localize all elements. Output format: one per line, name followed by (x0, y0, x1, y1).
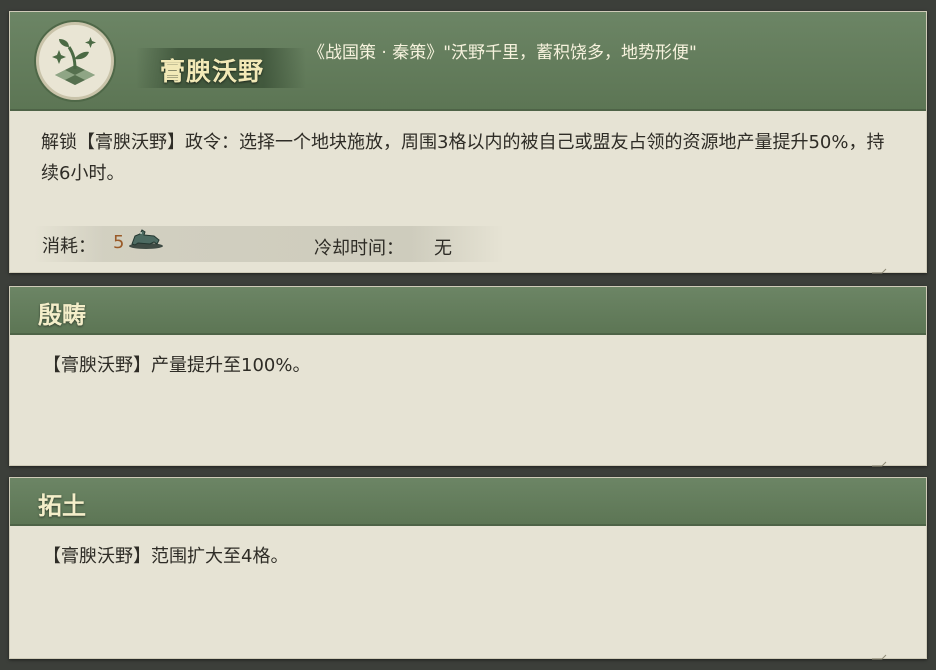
cost-label: 消耗： (42, 236, 96, 257)
upgrade-title: 殷畴 (38, 300, 86, 329)
skill-description: 解锁【膏腴沃野】政令：选择一个地块施放，周围3格以内的被自己或盟友占领的资源地产… (41, 132, 885, 184)
cost-value: 5 (113, 232, 125, 253)
cooldown-value: 无 (434, 238, 452, 259)
skill-name: 膏腴沃野 (160, 57, 265, 86)
card-corner-ornament (872, 654, 887, 660)
skill-card-main: 膏腴沃野 《战国策 · 秦策》"沃野千里，蓄积饶多，地势形便" 解锁【膏腴沃野】… (9, 11, 927, 274)
upgrade-card-1: 殷畴 【膏腴沃野】产量提升至100%。 (9, 286, 927, 467)
upgrade-card-header (10, 478, 926, 526)
horse-token-icon (129, 229, 163, 249)
upgrade-title: 拓土 (38, 491, 86, 520)
upgrade-description: 【膏腴沃野】范围扩大至4格。 (43, 546, 289, 567)
fertile-field-icon (52, 37, 96, 85)
skill-quote: 《战国策 · 秦策》"沃野千里，蓄积饶多，地势形便" (308, 43, 697, 63)
card-corner-ornament (872, 461, 887, 467)
upgrade-description: 【膏腴沃野】产量提升至100%。 (43, 355, 311, 376)
cooldown-label: 冷却时间： (314, 238, 404, 259)
skill-emblem (36, 22, 114, 100)
card-corner-ornament (872, 268, 887, 274)
upgrade-card-2: 拓土 【膏腴沃野】范围扩大至4格。 (9, 477, 927, 660)
upgrade-card-header (10, 287, 926, 335)
